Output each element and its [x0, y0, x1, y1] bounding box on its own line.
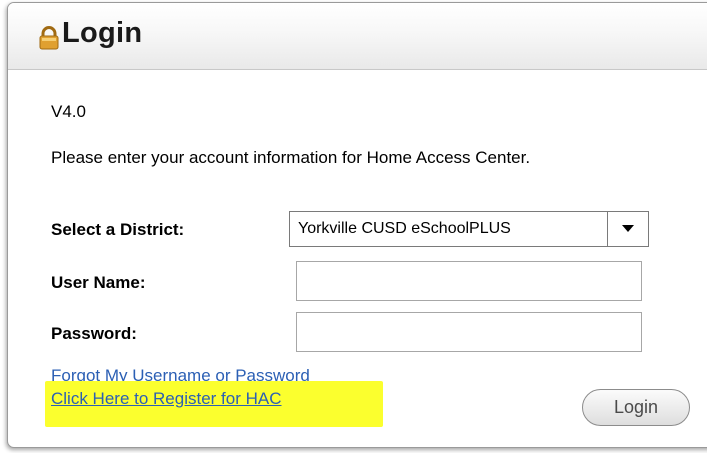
version-label: V4.0: [51, 102, 86, 121]
login-panel: Login V4.0 Please enter your account inf…: [7, 2, 707, 448]
username-field[interactable]: [296, 261, 642, 301]
username-label: User Name:: [51, 273, 146, 292]
lock-icon: [39, 26, 59, 55]
district-select[interactable]: Yorkville CUSD eSchoolPLUS: [289, 211, 649, 247]
district-label: Select a District:: [51, 220, 185, 239]
password-label: Password:: [51, 324, 137, 343]
district-select-value: Yorkville CUSD eSchoolPLUS: [298, 220, 511, 237]
login-header: Login: [8, 3, 707, 70]
intro-text: Please enter your account information fo…: [51, 148, 531, 167]
login-button[interactable]: Login: [582, 389, 690, 426]
register-hac-link[interactable]: Click Here to Register for HAC: [51, 389, 282, 409]
district-dropdown-button[interactable]: [607, 212, 648, 246]
chevron-down-icon: [622, 225, 634, 232]
page-title: Login: [62, 17, 143, 49]
password-field[interactable]: [296, 312, 642, 352]
